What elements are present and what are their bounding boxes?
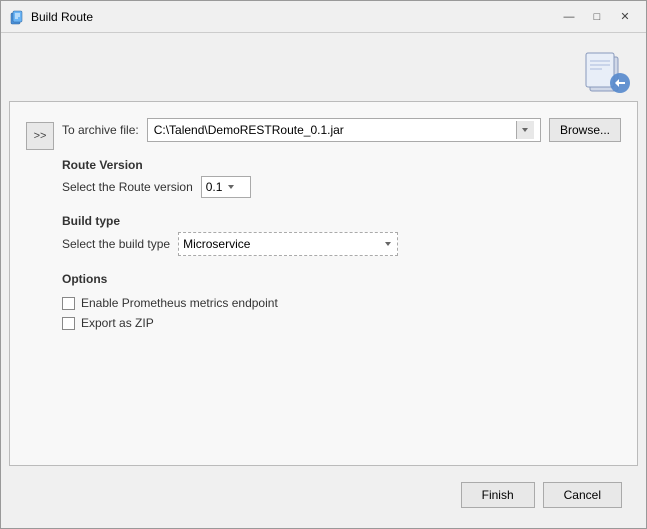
option1-checkbox[interactable] [62, 297, 75, 310]
titlebar-icon [9, 9, 25, 25]
build-type-select[interactable]: Microservice [178, 232, 398, 256]
version-select[interactable]: 0.1 [201, 176, 251, 198]
build-type-row: Select the build type Microservice [62, 232, 621, 256]
option1-label: Enable Prometheus metrics endpoint [81, 296, 278, 310]
titlebar: Build Route — □ ✕ [1, 1, 646, 33]
options-title: Options [62, 272, 621, 286]
archive-row: To archive file: C:\Talend\DemoRESTRoute… [62, 118, 621, 142]
route-version-row: Select the Route version 0.1 [62, 176, 621, 198]
route-version-label: Select the Route version [62, 180, 193, 194]
build-type-section: Build type Select the build type Microse… [62, 214, 621, 256]
minimize-button[interactable]: — [556, 7, 582, 27]
route-version-title: Route Version [62, 158, 621, 172]
icon-header [9, 41, 638, 101]
finish-button[interactable]: Finish [461, 482, 535, 508]
footer: Finish Cancel [9, 474, 638, 520]
main-panel: >> To archive file: C:\Talend\DemoRESTRo… [9, 101, 638, 466]
archive-input-value: C:\Talend\DemoRESTRoute_0.1.jar [154, 123, 516, 137]
build-type-label: Select the build type [62, 237, 170, 251]
build-type-title: Build type [62, 214, 621, 228]
build-route-window: Build Route — □ ✕ [0, 0, 647, 529]
window-title: Build Route [31, 10, 556, 24]
close-button[interactable]: ✕ [612, 7, 638, 27]
content-area: >> To archive file: C:\Talend\DemoRESTRo… [1, 33, 646, 528]
maximize-button[interactable]: □ [584, 7, 610, 27]
option2-label: Export as ZIP [81, 316, 154, 330]
archive-dropdown-arrow[interactable] [516, 121, 534, 139]
option2-checkbox[interactable] [62, 317, 75, 330]
window-controls: — □ ✕ [556, 7, 638, 27]
route-version-section: Route Version Select the Route version 0… [62, 158, 621, 198]
version-select-value: 0.1 [206, 180, 223, 194]
option2-row: Export as ZIP [62, 316, 621, 330]
expand-button[interactable]: >> [26, 122, 54, 150]
archive-input[interactable]: C:\Talend\DemoRESTRoute_0.1.jar [147, 118, 541, 142]
browse-button[interactable]: Browse... [549, 118, 621, 142]
form-area: To archive file: C:\Talend\DemoRESTRoute… [62, 118, 621, 449]
route-icon [582, 45, 630, 93]
options-section: Options Enable Prometheus metrics endpoi… [62, 272, 621, 330]
option1-row: Enable Prometheus metrics endpoint [62, 296, 621, 310]
build-type-select-value: Microservice [183, 237, 250, 251]
cancel-button[interactable]: Cancel [543, 482, 622, 508]
archive-label: To archive file: [62, 123, 139, 137]
build-type-arrow [383, 239, 393, 249]
